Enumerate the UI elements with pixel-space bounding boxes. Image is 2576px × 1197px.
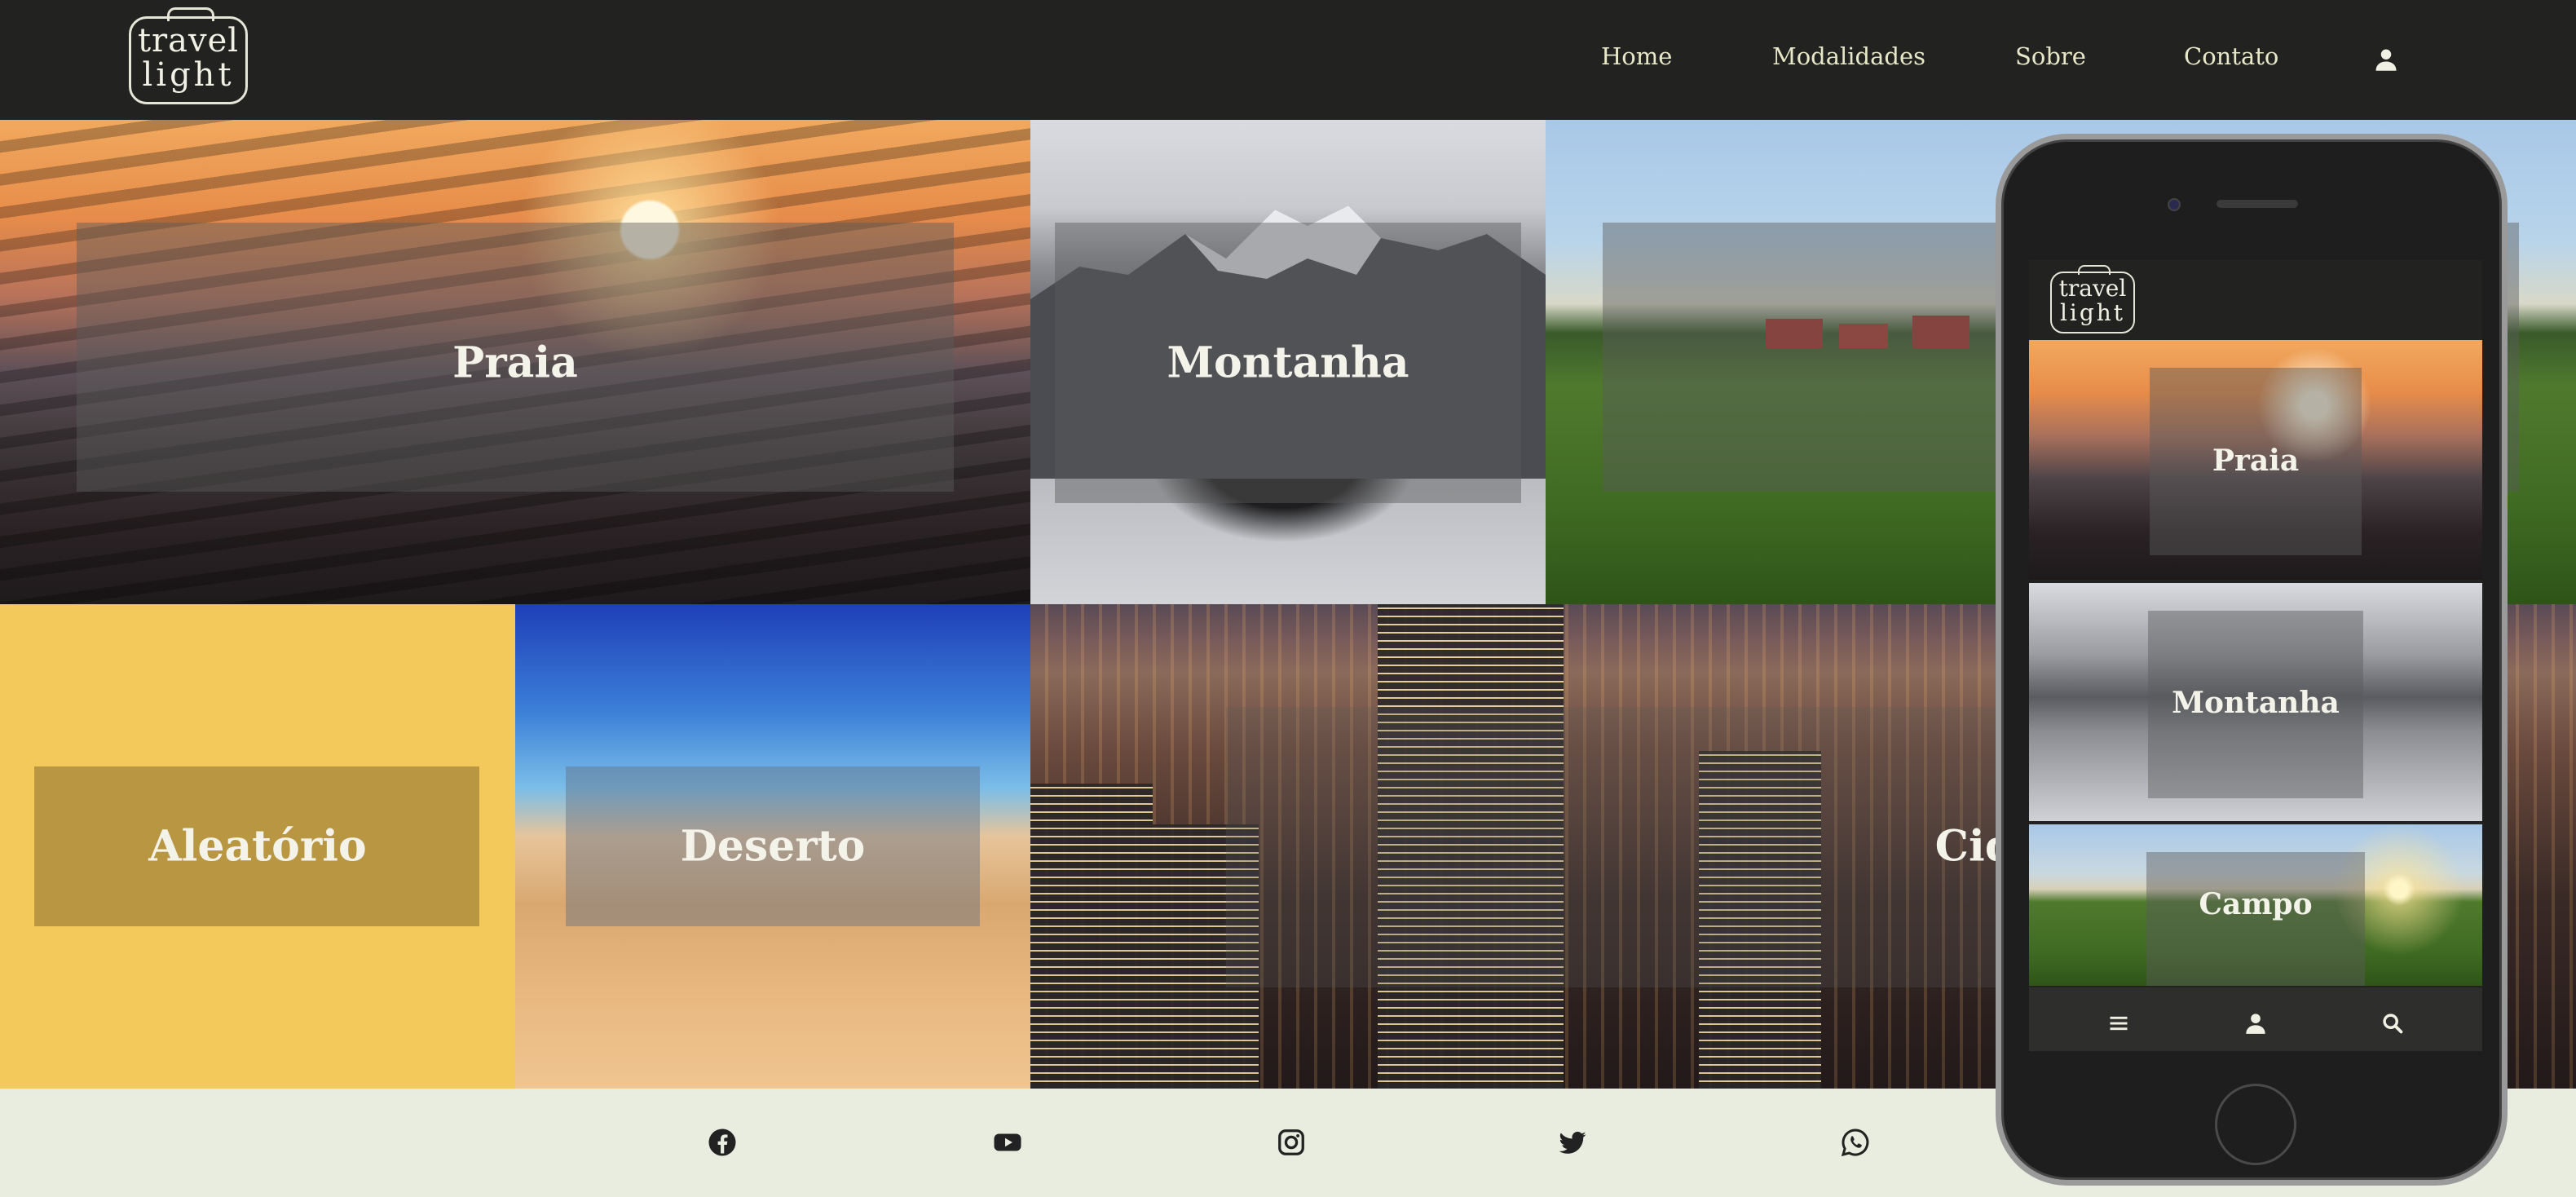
phone-speaker [2217,200,2298,208]
nav-link-sobre[interactable]: Sobre [2015,42,2086,70]
mobile-tile-praia[interactable]: Praia [2029,340,2482,580]
mobile-logo-line2: light [2059,299,2126,326]
mobile-tile-label-praia: Praia [2212,444,2300,478]
tile-label-aleatorio: Aleatório [148,821,367,872]
main-nav: Home Modalidades Sobre Contato [0,42,2576,78]
tile-praia[interactable]: Praia [0,120,1030,604]
mobile-logo[interactable]: travel light [2050,265,2135,333]
phone-home-button [2215,1084,2296,1165]
mobile-header: travel light [2029,260,2482,340]
mobile-tile-campo[interactable]: Campo [2029,824,2482,986]
phone-camera [2168,198,2181,211]
site-header: travel light Home Modalidades Sobre Cont… [0,0,2576,120]
mobile-logo-line1: travel [2058,275,2127,302]
tile-label-deserto: Deserto [680,821,866,872]
mobile-tile-label-campo: Campo [2199,887,2313,921]
tile-montanha[interactable]: Montanha [1030,120,1546,604]
mobile-tile-label-montanha: Montanha [2172,686,2340,720]
twitter-icon[interactable] [1558,1128,1587,1157]
building [1030,784,1153,1089]
user-icon[interactable] [2374,47,2398,72]
tile-deserto[interactable]: Deserto [515,604,1030,1089]
search-icon[interactable] [2381,1012,2404,1035]
tile-label-praia: Praia [452,338,578,388]
phone-mockup: travel light Praia Montanha Campo [1996,134,2508,1186]
menu-icon[interactable] [2107,1012,2130,1035]
youtube-icon[interactable] [993,1128,1022,1157]
user-icon[interactable] [2244,1012,2267,1035]
nav-link-contato[interactable]: Contato [2184,42,2278,70]
nav-link-home[interactable]: Home [1601,42,1672,70]
tile-aleatorio[interactable]: Aleatório [0,604,515,1089]
mobile-bottom-nav [2029,987,2482,1051]
mobile-tile-montanha[interactable]: Montanha [2029,583,2482,821]
tile-label-montanha: Montanha [1167,338,1409,388]
phone-screen: travel light Praia Montanha Campo [2029,260,2482,1051]
facebook-icon[interactable] [708,1128,737,1157]
nav-link-modalidades[interactable]: Modalidades [1772,42,1925,70]
whatsapp-icon[interactable] [1841,1128,1870,1157]
instagram-icon[interactable] [1277,1128,1306,1157]
